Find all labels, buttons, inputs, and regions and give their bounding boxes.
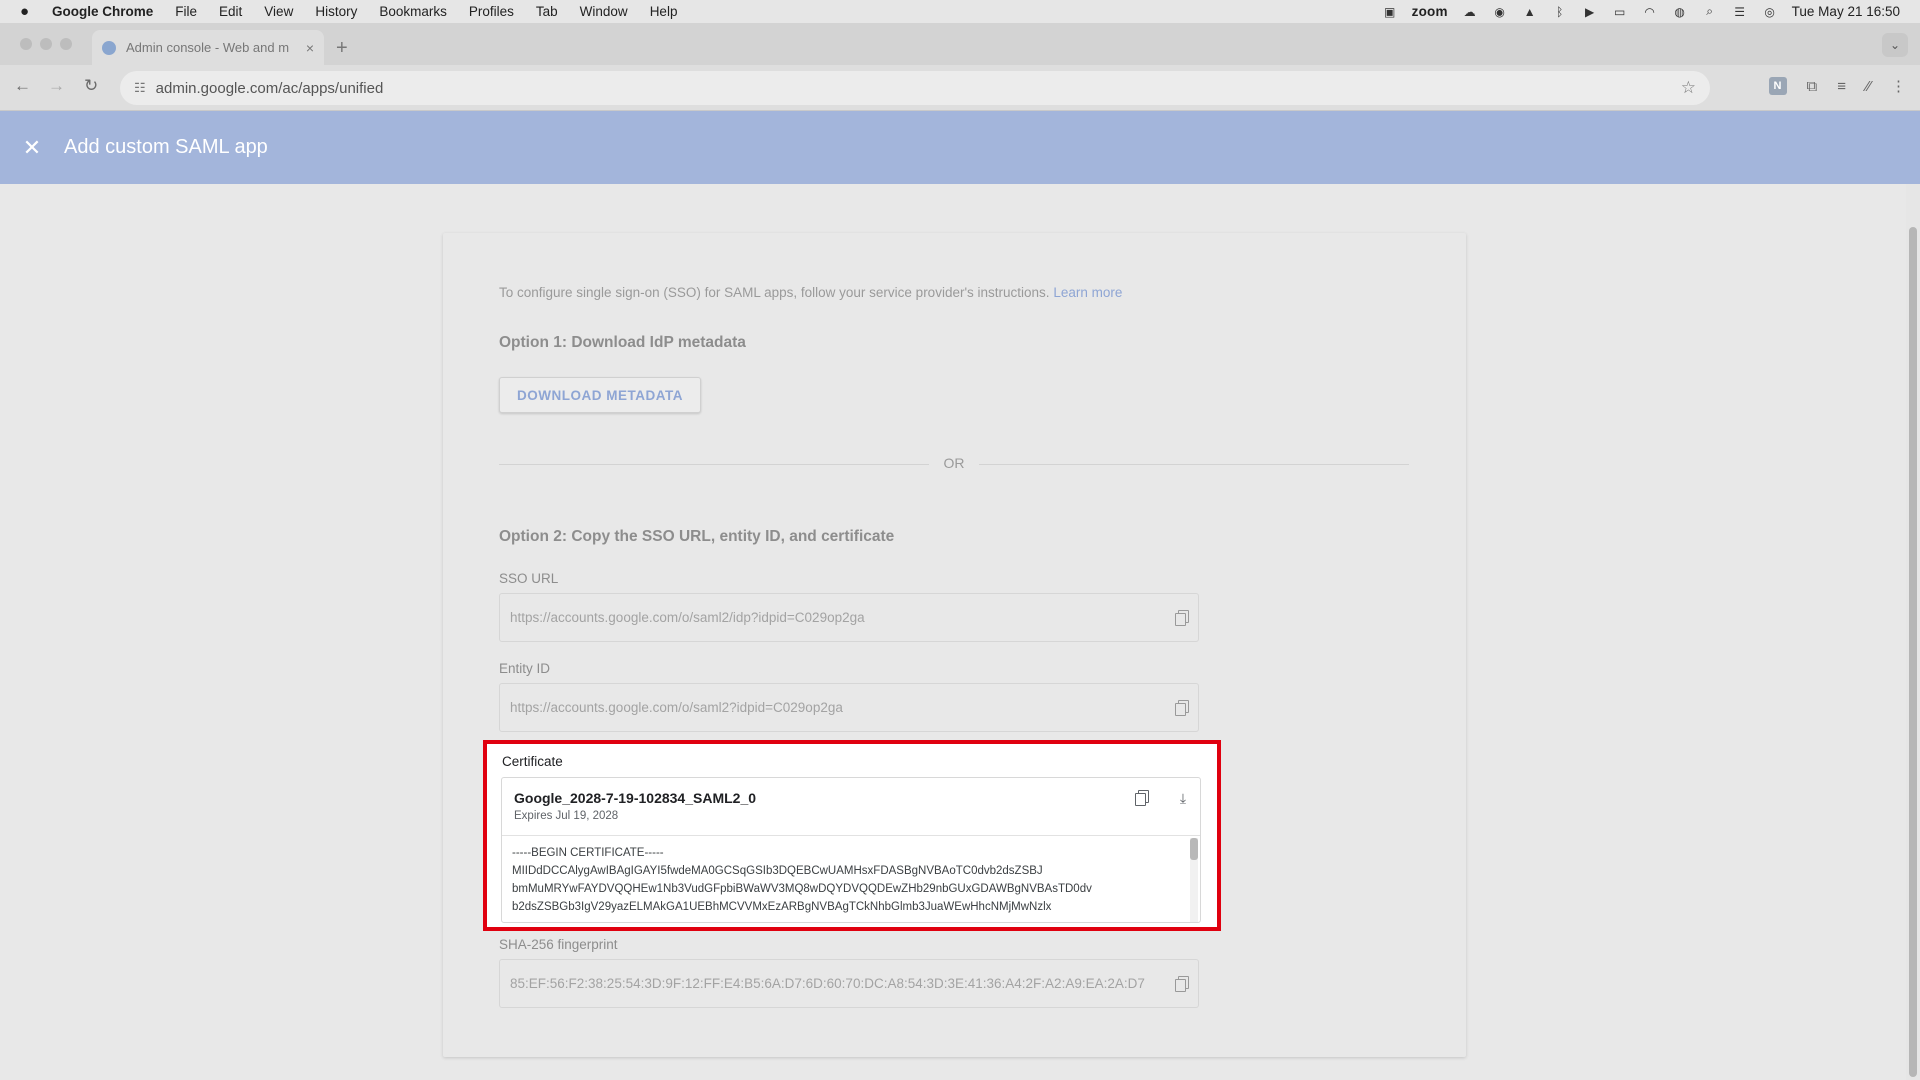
bluetooth-icon[interactable]: ᛒ	[1552, 5, 1568, 19]
tab-search-button[interactable]: ⌄	[1882, 33, 1908, 57]
extensions-puzzle-icon[interactable]: ⧉	[1807, 78, 1818, 95]
saml-setup-card: To configure single sign-on (SSO) for SA…	[443, 233, 1466, 1057]
certificate-scrollbar[interactable]	[1190, 838, 1198, 922]
divider-line-right	[979, 464, 1409, 465]
entity-id-label: Entity ID	[499, 661, 551, 676]
page-header: ✕ Add custom SAML app	[0, 111, 1920, 184]
notion-icon[interactable]: ▣	[1382, 5, 1398, 19]
certificate-line: MIIDdDCCAlygAwIBAgIGAYI5fwdeMA0GCSqGSIb3…	[512, 865, 1043, 877]
menu-window[interactable]: Window	[580, 4, 628, 19]
chrome-menu-icon[interactable]: ⋮	[1891, 77, 1906, 95]
wifi-icon[interactable]: ◠	[1642, 5, 1658, 19]
favicon-icon	[102, 40, 116, 55]
certificate-expiry: Expires Jul 19, 2028	[514, 810, 619, 822]
certificate-scrollbar-thumb[interactable]	[1190, 838, 1198, 860]
page-scrollbar-thumb[interactable]	[1909, 227, 1917, 1077]
menu-file[interactable]: File	[175, 4, 197, 19]
menu-app-name[interactable]: Google Chrome	[52, 4, 153, 19]
download-certificate-icon[interactable]: ⤓	[1176, 790, 1190, 806]
menubar-datetime[interactable]: Tue May 21 16:50	[1792, 4, 1900, 19]
menu-edit[interactable]: Edit	[219, 4, 242, 19]
window-controls	[20, 38, 72, 50]
page-title: Add custom SAML app	[64, 136, 268, 158]
browser-tab-strip: Admin console - Web and m × + ⌄	[0, 23, 1920, 65]
browser-toolbar: ← → ↻ ☷ admin.google.com/ac/apps/unified…	[0, 65, 1920, 111]
menu-tab[interactable]: Tab	[536, 4, 558, 19]
zoom-status[interactable]: zoom	[1412, 4, 1448, 19]
certificate-line: -----BEGIN CERTIFICATE-----	[512, 847, 664, 859]
battery-icon[interactable]: ▭	[1612, 5, 1628, 19]
forward-arrow-icon[interactable]: →	[48, 76, 65, 96]
minimize-window-button[interactable]	[40, 38, 52, 50]
play-icon[interactable]: ▶	[1582, 5, 1598, 19]
certificate-box: Google_2028-7-19-102834_SAML2_0 Expires …	[501, 777, 1201, 923]
certificate-line: b2dsZSBGb3IgV29yazELMAkGA1UEBhMCVVMxEzAR…	[512, 901, 1052, 913]
tab-title: Admin console - Web and m	[126, 40, 290, 55]
site-info-icon[interactable]: ☷	[134, 80, 146, 96]
address-url[interactable]: admin.google.com/ac/apps/unified	[156, 80, 1681, 97]
status-area: ▣ zoom ☁ ◉ ▲ ᛒ ▶ ▭ ◠ ◍ ⌕ ☰ ◎ Tue May 21 …	[1382, 0, 1900, 23]
sha-fingerprint-field[interactable]: 85:EF:56:F2:38:25:54:3D:9F:12:FF:E4:B5:6…	[499, 959, 1199, 1008]
certificate-name: Google_2028-7-19-102834_SAML2_0	[514, 790, 757, 806]
extension-slash-icon[interactable]: ⁄⁄	[1866, 78, 1871, 95]
option2-title: Option 2: Copy the SSO URL, entity ID, a…	[499, 528, 895, 545]
close-icon[interactable]: ✕	[22, 135, 42, 161]
intro-text: To configure single sign-on (SSO) for SA…	[499, 285, 1050, 300]
user-icon[interactable]: ◍	[1672, 5, 1688, 19]
control-center-icon[interactable]: ☰	[1732, 5, 1748, 19]
certificate-label: Certificate	[502, 754, 563, 769]
certificate-line: bmMuMRYwFAYDVQQHEw1Nb3VudGFpbiBWaWV3MQ8w…	[512, 883, 1092, 895]
certificate-highlight: Certificate Google_2028-7-19-102834_SAML…	[483, 740, 1221, 931]
bookmark-star-icon[interactable]: ☆	[1681, 78, 1696, 98]
certificate-header: Google_2028-7-19-102834_SAML2_0 Expires …	[502, 778, 1200, 836]
drive-icon[interactable]: ▲	[1522, 5, 1538, 19]
menu-history[interactable]: History	[315, 4, 357, 19]
siri-icon[interactable]: ◎	[1762, 5, 1778, 19]
or-divider: OR	[499, 455, 1409, 473]
learn-more-link[interactable]: Learn more	[1053, 285, 1122, 300]
spotlight-search-icon[interactable]: ⌕	[1702, 4, 1718, 19]
zoom-window-button[interactable]	[60, 38, 72, 50]
extension-n-icon[interactable]: N	[1768, 77, 1787, 95]
certificate-actions: ⤓	[1127, 790, 1190, 806]
menu-help[interactable]: Help	[650, 4, 678, 19]
tab-close-icon[interactable]: ×	[306, 40, 314, 56]
copy-sha-fingerprint-icon[interactable]	[1175, 976, 1189, 992]
sha-fingerprint-value[interactable]: 85:EF:56:F2:38:25:54:3D:9F:12:FF:E4:B5:6…	[510, 976, 1167, 991]
or-text: OR	[943, 455, 965, 471]
close-window-button[interactable]	[20, 38, 32, 50]
macos-menu-bar: ● Google Chrome File Edit View History B…	[0, 0, 1920, 23]
reload-icon[interactable]: ↻	[84, 76, 98, 96]
certificate-text[interactable]: -----BEGIN CERTIFICATE----- MIIDdDCCAlyg…	[512, 844, 1180, 916]
copy-certificate-icon[interactable]	[1135, 790, 1149, 806]
toolbar-actions: N ⧉ ≡ ⁄⁄ ⋮	[1768, 77, 1906, 95]
record-icon[interactable]: ◉	[1492, 5, 1508, 19]
menu-view[interactable]: View	[264, 4, 293, 19]
menu-profiles[interactable]: Profiles	[469, 4, 514, 19]
divider-line-left	[499, 464, 929, 465]
sso-url-value[interactable]: https://accounts.google.com/o/saml2/idp?…	[510, 610, 1167, 625]
download-metadata-button[interactable]: DOWNLOAD METADATA	[499, 377, 701, 413]
entity-id-field[interactable]: https://accounts.google.com/o/saml2?idpi…	[499, 683, 1199, 732]
address-bar[interactable]: ☷ admin.google.com/ac/apps/unified ☆	[120, 71, 1710, 105]
cloud-icon[interactable]: ☁	[1462, 5, 1478, 19]
copy-entity-id-icon[interactable]	[1175, 700, 1189, 716]
copy-sso-url-icon[interactable]	[1175, 610, 1189, 626]
new-tab-button[interactable]: +	[336, 37, 348, 60]
browser-tab-active[interactable]: Admin console - Web and m ×	[92, 30, 324, 65]
apple-menu-icon[interactable]: ●	[20, 3, 38, 20]
sso-url-label: SSO URL	[499, 571, 559, 586]
sso-url-field[interactable]: https://accounts.google.com/o/saml2/idp?…	[499, 593, 1199, 642]
option1-title: Option 1: Download IdP metadata	[499, 334, 746, 351]
entity-id-value[interactable]: https://accounts.google.com/o/saml2?idpi…	[510, 700, 1167, 715]
back-arrow-icon[interactable]: ←	[14, 76, 31, 96]
menu-bookmarks[interactable]: Bookmarks	[379, 4, 447, 19]
intro-text-row: To configure single sign-on (SSO) for SA…	[499, 285, 1122, 300]
reading-list-icon[interactable]: ≡	[1837, 78, 1846, 95]
sha-fingerprint-label: SHA-256 fingerprint	[499, 937, 618, 952]
